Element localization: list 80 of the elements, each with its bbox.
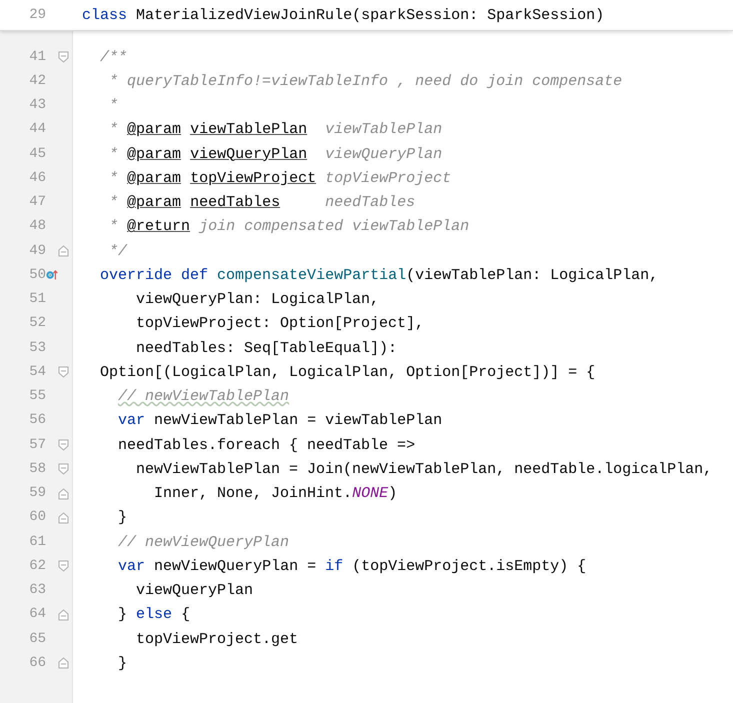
line-number: 63 [28,581,46,600]
code-text: } [118,654,128,672]
code-comment: /** [100,48,128,66]
code-text: (viewTablePlan: LogicalPlan, [406,266,658,284]
code-comment: * [109,218,120,236]
code-text: } [118,509,128,526]
code-comment: * queryTableInfo!=viewTableInfo , need do join compensate [109,72,622,90]
line-number: 44 [28,120,46,140]
line-number: 66 [28,654,46,673]
line-number: 29 [28,6,46,25]
code-keyword: override def [100,266,210,284]
code-comment: // newViewQueryPlan [118,534,290,551]
line-number: 56 [28,411,46,430]
line-number: 58 [28,460,46,479]
code-text: needTables: Seq[TableEqual]): [136,340,398,357]
line-number: 57 [28,436,46,455]
line-number: 64 [28,605,46,624]
code-comment: // newViewTablePlan [118,388,290,406]
code-keyword: var [118,412,146,430]
code-keyword: class [82,7,128,24]
doc-tag: @return [127,218,190,236]
code-text: viewQueryPlan: LogicalPlan, [136,291,380,308]
line-number: 51 [28,290,46,310]
line-number: 54 [28,362,46,382]
line-number: 61 [28,532,46,552]
code-comment: * [109,97,118,114]
code-text: newViewTablePlan = viewTablePlan [154,412,442,430]
code-comment: * [109,121,120,138]
line-number: 42 [28,72,46,91]
doc-tag: @param [127,121,182,138]
code-constant: NONE [352,485,388,502]
code-text: topViewProject.get [136,630,298,648]
doc-tag: @param [127,170,182,187]
doc-param-name: topViewProject [190,170,316,187]
code-keyword: var [118,558,146,575]
line-number: 49 [28,242,46,261]
line-number: 43 [28,96,46,116]
code-comment: * [109,146,120,163]
code-text: { [181,606,190,624]
code-text: newViewTablePlan = Join(newViewTablePlan, needTable.logicalPlan, [136,460,712,478]
code-comment: join compensated viewTablePlan [199,218,470,236]
code-text: MaterializedViewJoinRule(sparkSession: SparkSession) [136,7,604,24]
doc-tag: @param [127,194,182,212]
line-number: 60 [28,508,46,528]
circle-arrow-icon[interactable] [46,268,58,282]
line-number: 41 [28,48,46,67]
line-number: 65 [28,630,46,649]
code-text: ) [388,485,398,502]
line-number: 46 [28,168,46,188]
code-text: (topViewProject.isEmpty) { [352,558,586,575]
line-number: 50 [28,266,46,285]
line-number: 62 [28,556,46,576]
line-number: 53 [28,338,46,358]
code-text: viewQueryPlan [136,582,254,600]
code-comment: viewQueryPlan [325,146,442,163]
line-number: 48 [28,217,46,236]
code-text: Inner, None, JoinHint. [154,485,352,502]
code-comment: * [109,170,120,187]
code-comment: * [109,194,120,212]
code-text: } [118,606,128,624]
code-comment: viewTablePlan [325,121,442,138]
code-text: topViewProject: Option[Project], [136,315,424,332]
code-comment: needTables [325,194,416,212]
line-number: 55 [28,387,46,406]
line-number: 59 [28,484,46,504]
code-function-name: compensateViewPartial [217,266,406,284]
doc-param-name: viewTablePlan [190,121,308,138]
code-comment: topViewProject [325,170,452,187]
doc-param-name: needTables [190,194,280,212]
code-keyword: if [325,558,344,575]
line-number: 52 [28,314,46,334]
line-number: 45 [28,144,46,164]
line-number: 47 [28,193,46,212]
code-text: newViewQueryPlan = [154,558,318,575]
doc-tag: @param [127,146,182,163]
code-keyword: else [136,606,172,624]
code-text: Option[(LogicalPlan, LogicalPlan, Option[Project])] = { [100,364,596,381]
doc-param-name: viewQueryPlan [190,146,308,163]
code-comment: */ [109,242,128,260]
code-text: needTables.foreach { needTable => [118,436,416,454]
